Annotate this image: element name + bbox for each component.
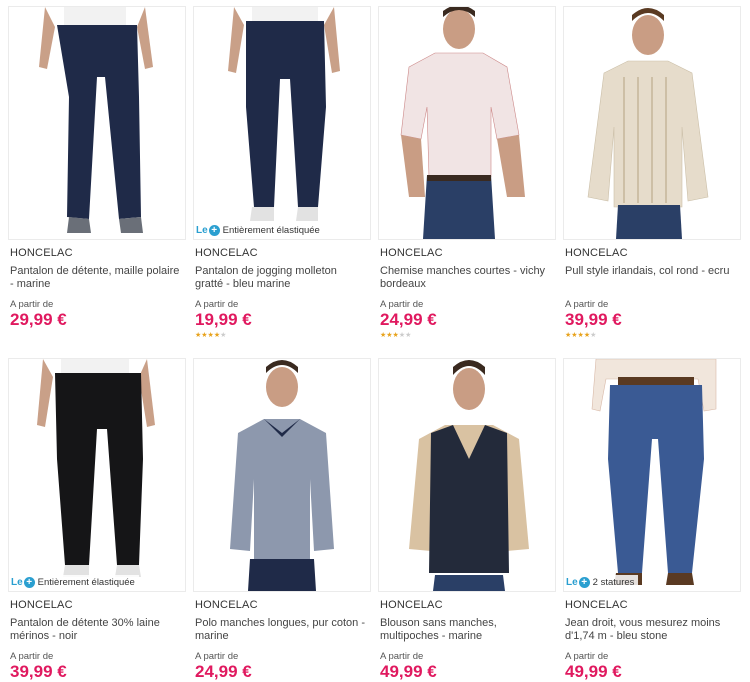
plus-icon: + xyxy=(578,576,590,588)
price-from-label: A partir de xyxy=(380,651,424,662)
badge-text: 2 statures xyxy=(592,576,635,588)
price-from-label: A partir de xyxy=(195,299,239,310)
rating-stars: ★★★★★ xyxy=(195,332,226,340)
product-price: 39,99 € xyxy=(10,662,67,681)
product-image[interactable]: Le + 2 statures xyxy=(563,358,741,592)
product-name[interactable]: Pantalon de détente 30% laine mérinos - … xyxy=(10,617,182,643)
badge-prefix: Le xyxy=(11,576,23,588)
price-from-label: A partir de xyxy=(10,299,54,310)
product-name[interactable]: Blouson sans manches, multipoches - mari… xyxy=(380,617,552,643)
product-price: 19,99 € xyxy=(195,310,252,329)
product-image[interactable] xyxy=(378,358,556,592)
product-brand: HONCELAC xyxy=(195,247,258,259)
rating-stars: ★★★★★ xyxy=(380,332,411,340)
product-brand: HONCELAC xyxy=(10,599,73,611)
product-price: 49,99 € xyxy=(380,662,437,681)
star-icon: ★★★★ xyxy=(565,332,591,339)
plus-icon: + xyxy=(208,224,220,236)
product-price: 24,99 € xyxy=(380,310,437,329)
product-name[interactable]: Chemise manches courtes - vichy bordeaux xyxy=(380,265,552,291)
price-from-label: A partir de xyxy=(10,651,54,662)
product-image[interactable]: Le + Entièrement élastiquée xyxy=(8,358,186,592)
product-brand: HONCELAC xyxy=(195,599,258,611)
feature-badge: Le + Entièrement élastiquée xyxy=(196,223,324,237)
badge-prefix: Le xyxy=(196,224,208,236)
product-image[interactable] xyxy=(378,6,556,240)
star-empty-icon: ★ xyxy=(220,332,227,339)
product-name[interactable]: Pantalon de jogging molleton gratté - bl… xyxy=(195,265,367,291)
product-image[interactable] xyxy=(563,6,741,240)
product-price: 29,99 € xyxy=(10,310,67,329)
product-name[interactable]: Pull style irlandais, col rond - ecru xyxy=(565,265,737,278)
product-price: 49,99 € xyxy=(565,662,622,681)
product-name[interactable]: Pantalon de détente, maille polaire - ma… xyxy=(10,265,182,291)
badge-text: Entièrement élastiquée xyxy=(222,224,320,236)
product-image[interactable]: Le + Entièrement élastiquée xyxy=(193,6,371,240)
plus-icon: + xyxy=(23,576,35,588)
product-price: 39,99 € xyxy=(565,310,622,329)
star-icon: ★★★ xyxy=(380,332,399,339)
product-brand: HONCELAC xyxy=(380,247,443,259)
price-from-label: A partir de xyxy=(565,299,609,310)
price-from-label: A partir de xyxy=(380,299,424,310)
star-empty-icon: ★ xyxy=(590,332,597,339)
product-brand: HONCELAC xyxy=(565,247,628,259)
rating-stars: ★★★★★ xyxy=(565,332,596,340)
product-image[interactable] xyxy=(8,6,186,240)
badge-text: Entièrement élastiquée xyxy=(37,576,135,588)
star-empty-icon: ★★ xyxy=(398,332,412,339)
product-brand: HONCELAC xyxy=(565,599,628,611)
product-name[interactable]: Polo manches longues, pur coton - marine xyxy=(195,617,367,643)
feature-badge: Le + 2 statures xyxy=(566,575,639,589)
product-brand: HONCELAC xyxy=(380,599,443,611)
feature-badge: Le + Entièrement élastiquée xyxy=(11,575,139,589)
badge-prefix: Le xyxy=(566,576,578,588)
price-from-label: A partir de xyxy=(565,651,609,662)
product-name[interactable]: Jean droit, vous mesurez moins d'1,74 m … xyxy=(565,617,737,643)
product-image[interactable] xyxy=(193,358,371,592)
price-from-label: A partir de xyxy=(195,651,239,662)
product-brand: HONCELAC xyxy=(10,247,73,259)
product-price: 24,99 € xyxy=(195,662,252,681)
star-icon: ★★★★ xyxy=(195,332,221,339)
